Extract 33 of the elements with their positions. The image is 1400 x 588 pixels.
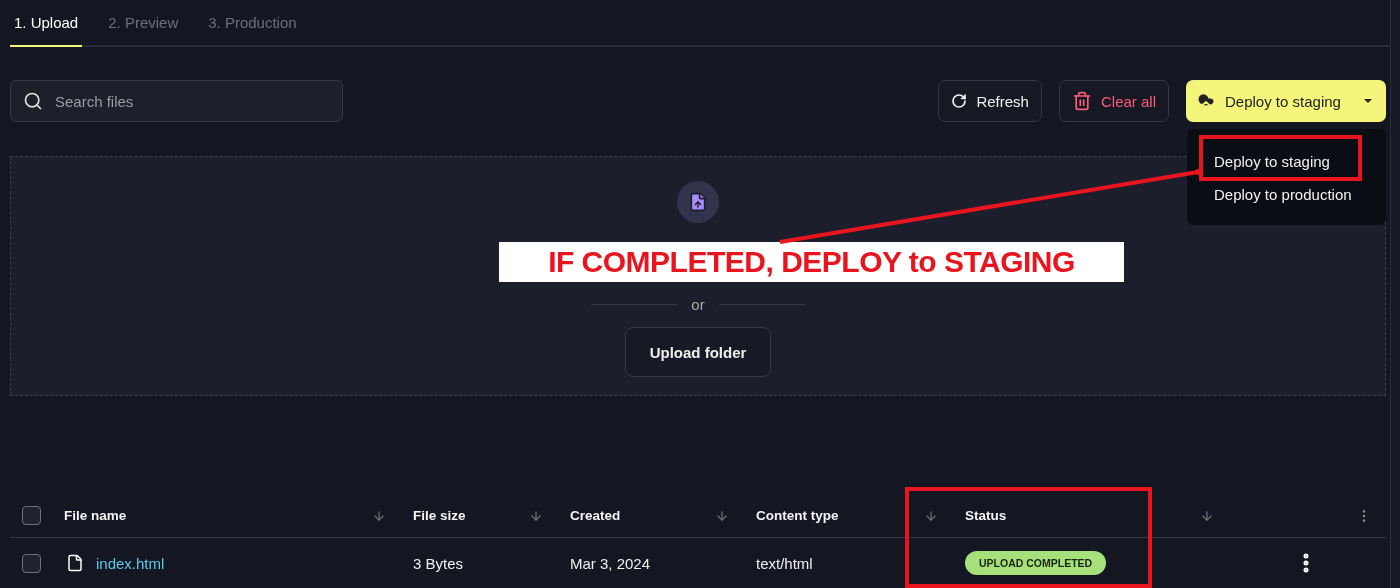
table-cell: Mar 3, 2024 xyxy=(570,554,651,572)
checkbox[interactable] xyxy=(22,506,41,525)
column-header: Content type xyxy=(756,508,839,523)
clear-all-button[interactable]: Clear all xyxy=(1058,80,1169,122)
file-icon xyxy=(66,554,84,572)
separator-text: or xyxy=(691,296,705,313)
search-field[interactable]: Search files xyxy=(10,80,343,122)
sort-icon[interactable] xyxy=(1200,508,1214,523)
tab[interactable]: 2. Preview xyxy=(104,0,183,47)
column-header: Created xyxy=(570,508,621,523)
column-header: File name xyxy=(64,508,127,523)
sort-icon[interactable] xyxy=(529,508,543,523)
tab[interactable]: 3. Production xyxy=(204,0,301,47)
status-badge: UPLOAD COMPLETED xyxy=(965,551,1107,575)
refresh-button[interactable]: Refresh xyxy=(938,80,1042,122)
checkbox[interactable] xyxy=(22,553,41,573)
table-cell: 3 Bytes xyxy=(413,554,464,572)
file-upload-icon xyxy=(677,181,719,223)
sort-icon[interactable] xyxy=(924,508,938,523)
trash-icon xyxy=(1071,91,1092,111)
refresh-icon xyxy=(951,93,968,109)
sort-icon[interactable] xyxy=(715,508,729,523)
sort-icon[interactable] xyxy=(372,508,386,523)
column-header: Status xyxy=(965,508,1007,523)
file-link[interactable]: index.html xyxy=(96,554,165,572)
deploy-button[interactable]: Deploy to staging xyxy=(1186,80,1386,122)
tab[interactable]: 1. Upload xyxy=(10,0,83,47)
search-icon xyxy=(23,91,43,111)
menu-item[interactable]: Deploy to production xyxy=(1187,178,1386,211)
annotation-banner: IF COMPLETED, DEPLOY to STAGING xyxy=(499,242,1124,282)
column-header: File size xyxy=(413,508,466,523)
table-cell: text/html xyxy=(756,554,813,572)
upload-folder-button[interactable]: Upload folder xyxy=(625,327,771,377)
